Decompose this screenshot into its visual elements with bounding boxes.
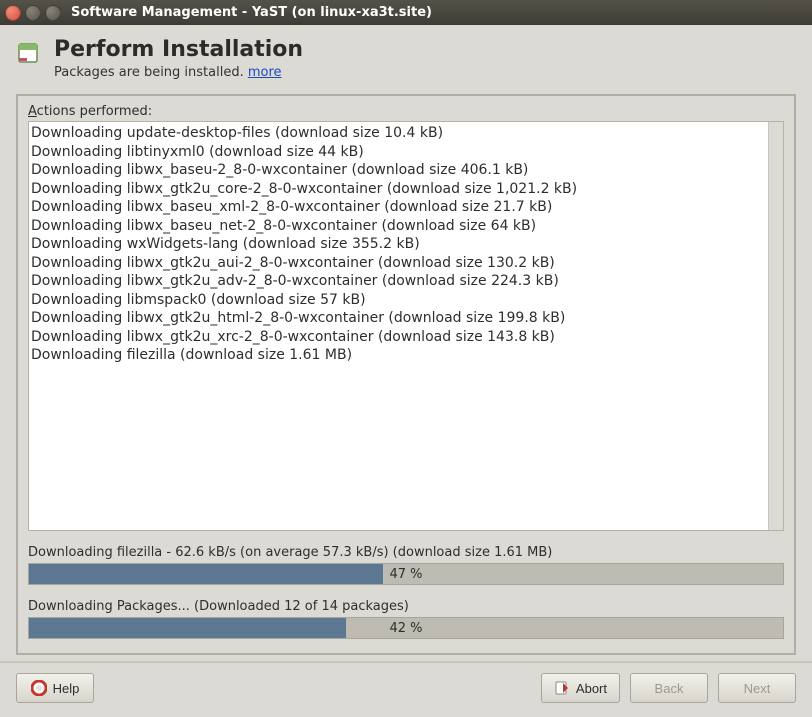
overall-download-section: Downloading Packages... (Downloaded 12 o… <box>28 599 784 639</box>
help-button[interactable]: Help <box>16 673 94 703</box>
overall-download-progressbar: 42 % <box>28 617 784 639</box>
abort-button[interactable]: Abort <box>541 673 620 703</box>
abort-icon <box>554 680 570 696</box>
page-subtitle: Packages are being installed. more <box>54 65 303 80</box>
log-textarea[interactable]: Downloading update-desktop-files (downlo… <box>28 121 784 531</box>
current-download-section: Downloading filezilla - 62.6 kB/s (on av… <box>28 545 784 585</box>
window-title: Software Management - YaST (on linux-xa3… <box>71 5 432 20</box>
header: Perform Installation Packages are being … <box>0 25 812 88</box>
current-download-label: Downloading filezilla - 62.6 kB/s (on av… <box>28 545 784 560</box>
more-link[interactable]: more <box>248 65 282 80</box>
back-button: Back <box>630 673 708 703</box>
close-icon[interactable] <box>5 5 21 21</box>
button-row: Help Abort Back Next <box>0 661 812 717</box>
overall-download-label: Downloading Packages... (Downloaded 12 o… <box>28 599 784 614</box>
scrollbar[interactable] <box>768 122 783 530</box>
current-download-percent: 47 % <box>29 564 783 584</box>
minimize-icon[interactable] <box>25 5 41 21</box>
log-content: Downloading update-desktop-files (downlo… <box>29 122 768 530</box>
package-icon <box>16 41 40 65</box>
actions-performed-label: Actions performed: <box>28 104 784 119</box>
titlebar: Software Management - YaST (on linux-xa3… <box>0 0 812 25</box>
content-panel: Actions performed: Downloading update-de… <box>16 94 796 655</box>
next-button: Next <box>718 673 796 703</box>
current-download-progressbar: 47 % <box>28 563 784 585</box>
overall-download-percent: 42 % <box>29 618 783 638</box>
help-icon <box>31 680 47 696</box>
page-title: Perform Installation <box>54 37 303 62</box>
maximize-icon[interactable] <box>45 5 61 21</box>
